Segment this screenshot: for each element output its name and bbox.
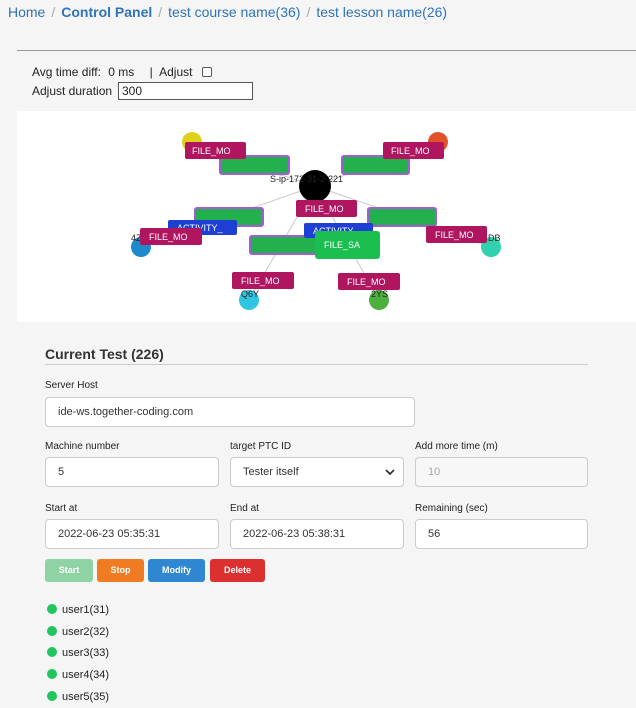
breadcrumb: Home / Control Panel / test course name(36) /… <box>8 4 448 20</box>
divider <box>17 50 636 51</box>
chevron-down-icon <box>385 469 395 476</box>
svg-text:FILE_MO: FILE_MO <box>347 277 386 287</box>
list-item: user4(34) <box>47 668 109 682</box>
start-at-input[interactable]: 2022-06-23 05:35:31 <box>45 519 219 549</box>
end-at-label: End at <box>230 503 259 514</box>
breadcrumb-control-panel[interactable]: Control Panel <box>61 4 152 20</box>
file-node: FILE_MO <box>426 226 487 243</box>
save-node <box>367 207 437 227</box>
avg-time-value: 0 ms <box>108 65 135 79</box>
edge-label-db: DB <box>488 233 501 243</box>
status-dot-icon <box>47 647 57 657</box>
svg-text:FILE_MO: FILE_MO <box>435 230 474 240</box>
host-label: S-ip-172-31-2-221 <box>270 174 343 184</box>
current-test-title: Current Test (226) <box>45 346 164 362</box>
svg-text:FILE_MO: FILE_MO <box>391 146 430 156</box>
adjust-checkbox[interactable] <box>201 67 212 77</box>
target-ptc-value: Tester itself <box>243 466 299 478</box>
list-item: user5(35) <box>47 690 109 704</box>
avg-time-separator: | <box>149 65 153 79</box>
status-dot-icon <box>47 669 57 679</box>
machine-number-input[interactable]: 5 <box>45 457 219 487</box>
svg-text:FILE_MO: FILE_MO <box>241 276 280 286</box>
server-host-label: Server Host <box>45 380 98 391</box>
edge-label-q6y: Q6Y <box>241 289 259 299</box>
edge-label-2ys: 2YS <box>371 289 388 299</box>
machine-number-label: Machine number <box>45 441 120 452</box>
target-ptc-select[interactable]: Tester itself <box>230 457 404 487</box>
modify-button[interactable]: Modify <box>148 559 205 582</box>
stop-button[interactable]: Stop <box>97 559 144 582</box>
file-node: FILE_MO <box>140 228 202 245</box>
svg-text:FILE_MO: FILE_MO <box>192 146 231 156</box>
target-ptc-label: target PTC ID <box>230 441 292 452</box>
adjust-duration-label: Adjust duration <box>32 84 113 98</box>
graph-canvas: S-ip-172-31-2-221 4Z DB Q6Y 2YS FILE_MO … <box>131 132 501 310</box>
file-node: FILE_MO <box>185 142 246 159</box>
file-node: FILE_MO <box>383 142 444 159</box>
remaining-input[interactable]: 56 <box>415 519 588 549</box>
user-name: user5(35) <box>62 691 110 703</box>
user-name: user3(33) <box>62 647 110 659</box>
svg-text:FILE_MO: FILE_MO <box>149 232 188 242</box>
status-dot-icon <box>47 626 57 636</box>
status-dot-icon <box>47 604 57 614</box>
user-name: user4(34) <box>62 669 110 681</box>
list-item: user1(31) <box>47 603 109 617</box>
avg-time-row: Avg time diff: 0 ms | Adjust <box>32 65 212 79</box>
user-name: user1(31) <box>62 604 110 616</box>
section-divider <box>45 364 588 365</box>
network-graph[interactable]: S-ip-172-31-2-221 4Z DB Q6Y 2YS FILE_MO … <box>17 111 636 322</box>
avg-time-label: Avg time diff: <box>32 65 101 79</box>
file-save-node: FILE_SA <box>315 231 380 259</box>
user-name: user2(32) <box>62 626 110 638</box>
start-at-label: Start at <box>45 503 78 514</box>
list-item: user2(32) <box>47 625 109 639</box>
add-time-input[interactable]: 10 <box>415 457 588 487</box>
breadcrumb-course[interactable]: test course name(36) <box>168 4 300 20</box>
server-host-input[interactable]: ide-ws.together-coding.com <box>45 397 415 427</box>
save-node <box>249 235 319 255</box>
adjust-label: Adjust <box>159 65 193 79</box>
delete-button[interactable]: Delete <box>210 559 265 582</box>
file-node: FILE_MO <box>338 273 400 290</box>
status-dot-icon <box>47 691 57 701</box>
file-node: FILE_MO <box>232 272 294 289</box>
svg-text:FILE_SA: FILE_SA <box>324 240 360 250</box>
svg-text:FILE_MO: FILE_MO <box>305 204 344 214</box>
breadcrumb-home[interactable]: Home <box>8 4 45 20</box>
adjust-duration-input[interactable]: 300 <box>118 82 253 100</box>
end-at-input[interactable]: 2022-06-23 05:38:31 <box>230 519 404 549</box>
remaining-label: Remaining (sec) <box>415 503 488 514</box>
file-node: FILE_MO <box>296 200 357 217</box>
start-button[interactable]: Start <box>45 559 93 582</box>
list-item: user3(33) <box>47 646 109 660</box>
add-time-label: Add more time (m) <box>415 441 498 452</box>
breadcrumb-lesson[interactable]: test lesson name(26) <box>316 4 447 20</box>
